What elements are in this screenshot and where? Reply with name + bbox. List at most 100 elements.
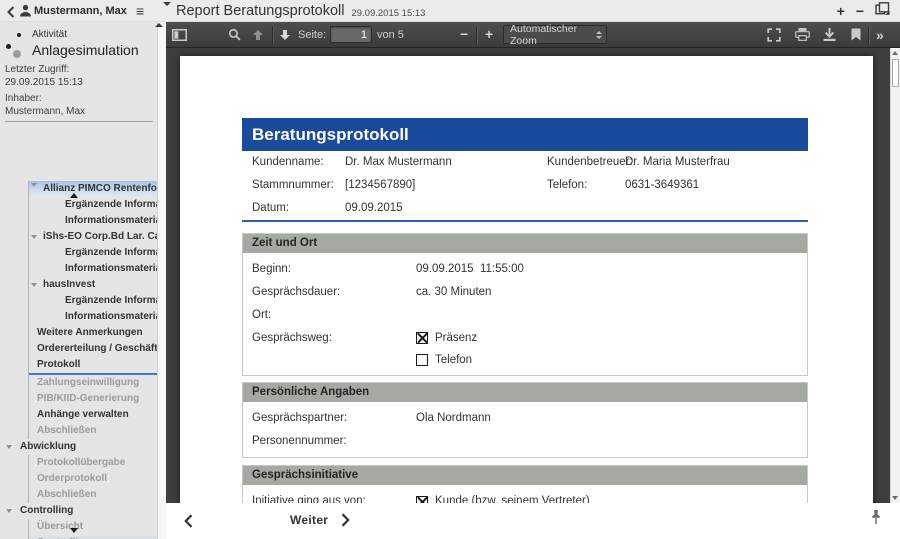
date-label: Datum: <box>252 197 289 220</box>
channel-label: Gesprächsweg: <box>252 327 332 349</box>
pdf-viewport: Beratungsprotokoll Kundenname: Dr. Max M… <box>166 48 900 503</box>
partner-label: Gesprächspartner: <box>252 407 347 430</box>
simulation-dot-icon <box>13 50 21 58</box>
page-number-input[interactable] <box>330 26 372 43</box>
customer-name-label: Kundenname: <box>252 151 324 174</box>
zoom-out-button[interactable]: − <box>460 22 468 47</box>
zoom-in-button[interactable]: + <box>485 22 493 47</box>
simulation-dot-icon <box>6 44 11 49</box>
tree-item-abschliessen-1: Abschließen <box>29 423 157 439</box>
toolbar-separator <box>272 26 273 43</box>
checkbox-kunde <box>416 496 428 504</box>
person-number-label: Personennummer: <box>252 430 347 453</box>
tree-item-allianz-informationsmaterial[interactable]: Informationsmaterial <box>29 213 157 229</box>
activity-tree: Allianz PIMCO Rentenfo... Ergänzende Inf… <box>0 181 157 539</box>
date-value: 09.09.2015 <box>345 197 403 220</box>
sort-icon[interactable] <box>155 6 163 24</box>
user-avatar-icon <box>19 4 32 22</box>
tree-item-ishs-informationsmaterial[interactable]: Informationsmaterial <box>29 261 157 277</box>
collapse-caret-icon <box>31 183 37 187</box>
tree-item-protokolluebergabe: Protokollübergabe <box>29 455 157 471</box>
menu-icon[interactable]: ≡ <box>136 0 144 22</box>
sidebar-scrollbar-track[interactable] <box>157 22 166 539</box>
zoom-mode-value: Automatischer Zoom <box>510 23 596 47</box>
tree-scroll-up-icon[interactable] <box>70 193 78 198</box>
collapse-caret-icon <box>31 283 37 287</box>
document-rule <box>242 220 808 222</box>
duration-label: Gesprächsdauer: <box>252 281 340 304</box>
last-access-value: 29.09.2015 15:13 <box>5 77 83 88</box>
pdf-scrollbar-track[interactable] <box>890 48 900 503</box>
checkbox-praesenz <box>416 332 428 344</box>
collapse-caret-icon <box>6 509 12 513</box>
window-restore-icon[interactable] <box>875 2 890 20</box>
section-persoenliche-angaben: Persönliche Angaben Gesprächspartner: Ol… <box>242 382 808 458</box>
tree-item-anhaenge-verwalten[interactable]: Anhänge verwalten <box>29 407 157 423</box>
fullscreen-icon[interactable] <box>767 22 781 47</box>
checkbox-telefon <box>416 354 428 366</box>
page-timestamp: 29.09.2015 15:13 <box>351 8 425 19</box>
sidebar-toggle-icon[interactable] <box>172 22 187 47</box>
tree-item-hausinvest[interactable]: hausInvest <box>29 277 157 293</box>
bookmark-icon[interactable] <box>851 22 861 47</box>
tree-item-hausinvest-informationsmaterial[interactable]: Informationsmaterial <box>29 309 157 325</box>
app-header: Mustermann, Max ≡ Report Beratungsprotok… <box>0 0 900 22</box>
zoom-mode-select[interactable]: Automatischer Zoom <box>503 25 607 44</box>
page-total: von 5 <box>377 22 404 47</box>
section-header: Persönliche Angaben <box>243 383 807 402</box>
tree-item-allianz-pimco[interactable]: Allianz PIMCO Rentenfo... <box>29 181 157 197</box>
advisor-value: Dr. Maria Musterfrau <box>625 151 730 174</box>
back-icon[interactable] <box>7 5 15 23</box>
tree-item-ishs-eo[interactable]: iShs-EO Corp.Bd Lar. Ca... <box>29 229 157 245</box>
checkbox-kunde-label: Kunde (bzw. seinem Vertreter) <box>435 490 590 503</box>
collapse-caret-icon <box>6 445 12 449</box>
tree-item-ordererteilung[interactable]: Ordererteilung / Geschäfts... <box>29 341 157 357</box>
toolbar-separator <box>868 26 869 43</box>
tree-item-allianz-ergaenzende-informationen[interactable]: Ergänzende Informa... <box>29 197 157 213</box>
next-step-label: Weiter <box>290 513 328 527</box>
pdf-scrollbar-thumb[interactable] <box>892 59 899 87</box>
tree-item-orderprotokoll: Orderprotokoll <box>29 471 157 487</box>
more-tools-icon[interactable]: » <box>876 22 884 47</box>
pdf-toolbar: Seite: von 5 − + Automatischer Zoom » <box>166 22 900 48</box>
tree-item-abwicklung[interactable]: Abwicklung <box>0 439 157 455</box>
customer-name-value: Dr. Max Mustermann <box>345 151 452 174</box>
customer-number-value: [1234567890] <box>345 174 415 197</box>
tree-scroll-down-icon[interactable] <box>70 528 78 533</box>
last-access-label: Letzter Zugriff: <box>5 64 69 75</box>
scrollbar-down-icon[interactable] <box>892 496 898 500</box>
phone-label: Telefon: <box>547 174 587 197</box>
next-step-button[interactable]: Weiter <box>290 513 350 527</box>
tree-item-ishs-ergaenzende-informationen[interactable]: Ergänzende Informa... <box>29 245 157 261</box>
tree-item-protokoll-selected[interactable]: Protokoll <box>29 357 157 375</box>
collapse-caret-icon <box>31 235 37 239</box>
section-header: Gesprächsinitiative <box>243 466 807 485</box>
owner-label: Inhaber: <box>5 93 42 104</box>
location-label: Ort: <box>252 304 271 327</box>
pin-icon[interactable] <box>870 509 882 530</box>
download-icon[interactable] <box>823 22 836 47</box>
activity-name[interactable]: Anlagesimulation <box>32 42 139 58</box>
tree-item-controlling[interactable]: Controlling <box>0 503 157 519</box>
page-up-icon[interactable] <box>252 22 264 47</box>
search-icon[interactable] <box>228 22 241 47</box>
tree-item-weitere-anmerkungen[interactable]: Weitere Anmerkungen <box>29 325 157 341</box>
page-down-icon[interactable] <box>279 22 291 47</box>
document-title: Beratungsprotokoll <box>242 118 808 151</box>
phone-value: 0631-3649361 <box>625 174 699 197</box>
section-header: Zeit und Ort <box>243 234 807 253</box>
window-zoom-in-button[interactable]: + <box>837 0 845 22</box>
tree-item-hausinvest-ergaenzende-informationen[interactable]: Ergänzende Informa... <box>29 293 157 309</box>
customer-number-label: Stammnummer: <box>252 174 334 197</box>
user-name[interactable]: Mustermann, Max <box>34 5 127 17</box>
customer-info: Kundenname: Dr. Max Mustermann Kundenbet… <box>252 151 808 220</box>
previous-step-button[interactable] <box>184 514 193 533</box>
checkbox-telefon-label: Telefon <box>435 349 472 371</box>
initiative-label: Initiative ging aus von: <box>252 490 366 503</box>
window-zoom-out-button[interactable]: − <box>856 0 864 22</box>
section-zeit-und-ort: Zeit und Ort Beginn: 09.09.2015 11:55:00… <box>242 233 808 376</box>
section-gespraechsinitiative: Gesprächsinitiative Initiative ging aus … <box>242 465 808 503</box>
scrollbar-up-icon[interactable] <box>892 51 898 55</box>
pdf-viewer: Seite: von 5 − + Automatischer Zoom » Be… <box>166 22 900 503</box>
print-icon[interactable] <box>795 22 810 47</box>
